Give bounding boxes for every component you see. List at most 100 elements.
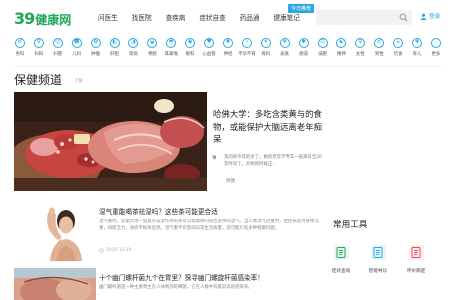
category-item[interactable]: ☕ 饮食	[390, 38, 406, 64]
category-glyph: ◐	[112, 39, 117, 46]
category-item[interactable]: ✱ 肠道	[296, 38, 312, 64]
category-label: 妇科	[34, 52, 44, 57]
search-icon[interactable]	[399, 13, 408, 22]
category-label: 皮肤	[280, 52, 290, 57]
mind-icon: ☯	[336, 38, 347, 48]
nav-item-find-hospital[interactable]: 找医院	[132, 12, 152, 22]
category-item[interactable]: ♀ 女性	[352, 38, 368, 64]
hero-title[interactable]: 哈佛大学：多吃含类黄与的食物，或能保护大脑远离老年痴呆	[213, 108, 328, 146]
woman-icon: ♀	[355, 38, 366, 48]
nav-item-symptom-check[interactable]: 症状自查	[199, 12, 225, 22]
category-item[interactable]: ✧ 不孕不育	[238, 38, 256, 64]
nav-item-ask-doctor[interactable]: 问医生	[98, 12, 118, 22]
category-item[interactable]: ✦ 骨科	[258, 38, 274, 64]
category-item[interactable]: ✿ 肿瘤	[88, 38, 104, 64]
category-label: 心血管	[202, 52, 216, 57]
category-glyph: ◑	[131, 39, 136, 46]
more-icon: …	[430, 38, 441, 48]
tool-item[interactable]: 症状查询	[323, 245, 359, 274]
page-title: 保健频道	[14, 73, 63, 87]
category-item[interactable]: ◓ 耳鼻喉	[163, 38, 179, 64]
main-nav: 问医生 找医院 查疾病 症状自查 药品通 健康笔记	[98, 12, 314, 22]
article-title[interactable]: 湿气重能喝茶祛湿吗？这些茶可能更合适	[99, 206, 218, 216]
hero-image[interactable]	[14, 92, 207, 191]
category-label: 眼科	[185, 52, 195, 57]
nav-item-health-notes[interactable]: 健康笔记	[274, 12, 300, 22]
category-item[interactable]: ❖ 皮肤	[277, 38, 293, 64]
login-label: 登录	[429, 14, 441, 20]
stomach-icon: ◒	[147, 38, 158, 48]
category-item[interactable]: ◉ 眼科	[182, 38, 198, 64]
category-item[interactable]: ☯ 精神	[333, 38, 349, 64]
disease-rating-icon	[408, 245, 424, 260]
category-glyph: ♥	[206, 39, 212, 46]
category-item[interactable]: ♀ 妇科	[31, 38, 47, 64]
tool-label: 智能导诊	[368, 269, 388, 274]
category-item[interactable]: ◒ 胃肠	[144, 38, 160, 64]
category-item[interactable]: ✚ 育儿	[409, 38, 425, 64]
tool-label: 评价病症	[406, 269, 426, 274]
category-item[interactable]: ♂ 男科	[12, 38, 28, 64]
category-item[interactable]: ✺ 神经	[220, 38, 236, 64]
category-glyph: ♀	[358, 39, 363, 46]
category-item[interactable]: ☺ 妇婴	[50, 38, 66, 64]
category-item[interactable]: ⚖ 减肥	[315, 38, 331, 64]
category-glyph: ✚	[414, 39, 420, 46]
category-item[interactable]: ☻ 儿科	[69, 38, 85, 64]
bone-icon: ✦	[260, 38, 271, 48]
tumor-icon: ✿	[90, 38, 101, 48]
search-box	[316, 10, 412, 32]
category-item[interactable]: ♥ 心血管	[201, 38, 217, 64]
article-thumbnail[interactable]	[14, 199, 96, 261]
tool-item[interactable]: 评价病症	[398, 245, 434, 274]
parenting-icon: ✚	[412, 38, 423, 48]
nav-item-diseases[interactable]: 查疾病	[166, 12, 186, 22]
category-glyph: ✦	[263, 39, 269, 46]
category-item[interactable]: ◐ 肝胆	[107, 38, 123, 64]
hero-badge: 今日推荐	[288, 4, 315, 13]
header-divider	[14, 66, 442, 67]
category-glyph: ☯	[338, 39, 344, 46]
category-label: 男性	[374, 52, 384, 57]
site-header: 39 健康网 问医生 找医院 查疾病 症状自查 药品通 健康笔记 登录	[0, 0, 456, 34]
smart-guide-icon	[370, 245, 386, 260]
category-glyph: ♂	[376, 39, 382, 46]
article-title[interactable]: 十个幽门螺杆菌九个在胃里？探寻幽门螺旋杆菌感染率！	[99, 272, 264, 282]
site-logo[interactable]: 39 健康网	[14, 9, 71, 28]
category-item[interactable]: ◑ 肾病	[125, 38, 141, 64]
tools-title: 常用工具	[333, 220, 368, 230]
hero-summary: 及的的今年的岁了，她的老年学专年一般来有至20年时间了。开始的时候正..	[224, 155, 322, 167]
article-summary: 幽门螺杆菌是一种主要寄生在人体胃部的细菌，它在人群中有着较高的感染率。	[99, 285, 253, 290]
category-label: 更多	[431, 52, 441, 57]
category-glyph: ♂	[17, 39, 23, 46]
tool-item[interactable]: 智能导诊	[360, 245, 396, 274]
category-item[interactable]: ♂ 男性	[371, 38, 387, 64]
search-input[interactable]	[316, 16, 394, 32]
category-label: 儿科	[72, 52, 82, 57]
heart-icon: ♥	[204, 38, 215, 48]
category-glyph: …	[433, 39, 439, 46]
category-item[interactable]: … 更多	[428, 38, 444, 64]
male-icon: ♂	[15, 38, 25, 48]
category-label: 肠道	[299, 52, 308, 57]
category-glyph: ♀	[36, 39, 41, 46]
nav-item-drugs[interactable]: 药品通	[240, 12, 260, 22]
intestine-icon: ✱	[298, 38, 309, 48]
fertility-icon: ✧	[241, 38, 252, 48]
category-label: 减肥	[318, 52, 327, 57]
category-label: 不孕不育	[238, 52, 256, 57]
category-glyph: ✺	[225, 39, 231, 46]
article-thumbnail[interactable]	[14, 268, 96, 300]
category-glyph: ◓	[168, 39, 174, 46]
liver-icon: ◐	[109, 38, 120, 48]
article-summary: 湿气重时，适量饮用一些具有祛湿作用的茶可以帮助体内排出多余的湿气。当人体湿气过重…	[99, 219, 319, 231]
page-subtitle: 了解	[74, 79, 83, 84]
kidney-icon: ◑	[128, 38, 139, 48]
category-label: 育儿	[412, 52, 422, 57]
category-label: 男科	[15, 52, 25, 57]
category-glyph: ☺	[54, 39, 61, 46]
symptom-check-icon	[333, 245, 349, 260]
tool-label: 症状查询	[331, 269, 351, 274]
logo-name: 健康网	[35, 13, 72, 27]
login-link[interactable]: 登录	[420, 12, 440, 20]
